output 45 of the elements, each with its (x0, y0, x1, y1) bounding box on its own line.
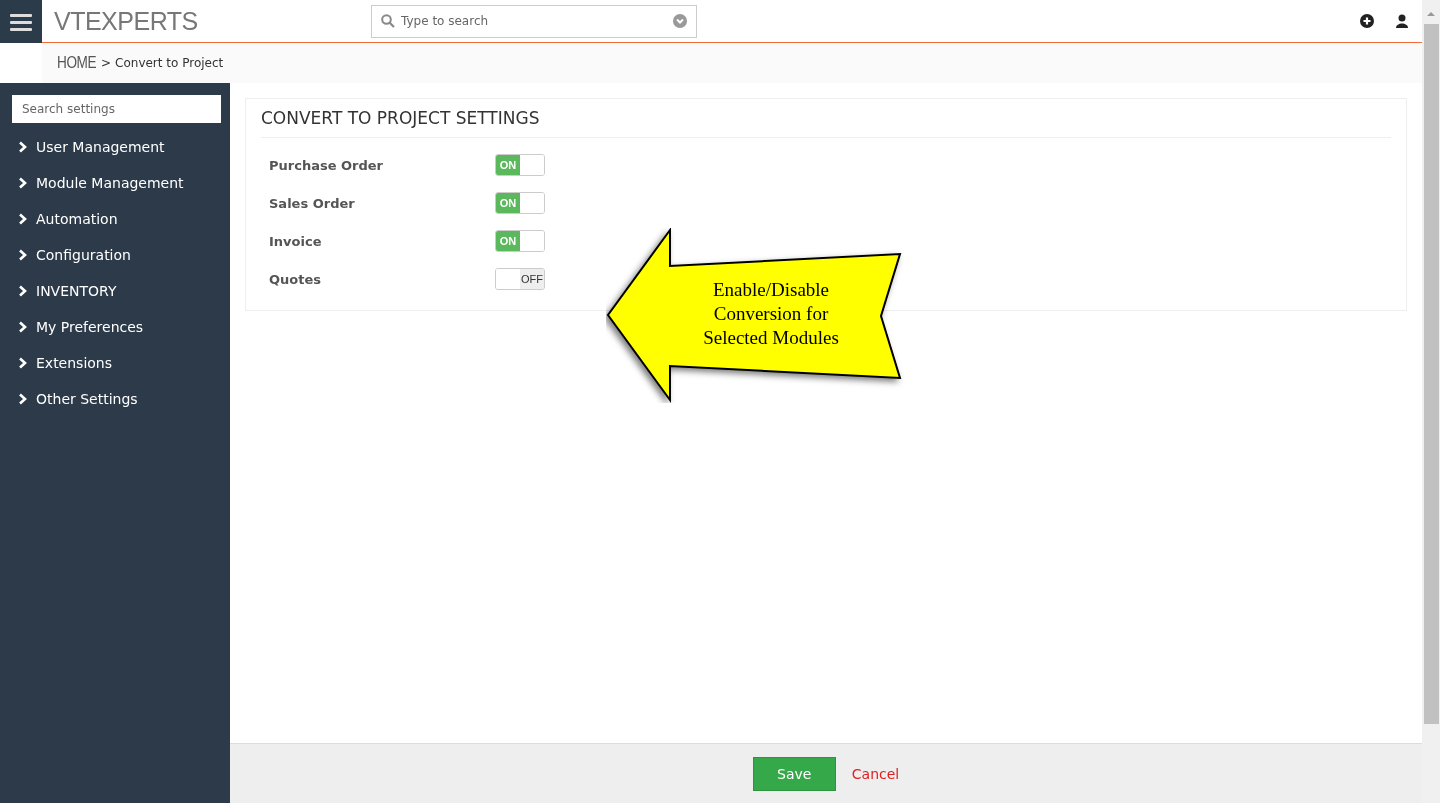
sidebar-item-label: My Preferences (36, 319, 144, 335)
sidebar-item[interactable]: My Preferences (12, 309, 221, 345)
chevron-right-icon (18, 141, 28, 153)
callout-text: Enable/Disable Conversion for Selected Modules (702, 278, 840, 350)
sidebar-item-label: User Management (36, 139, 165, 155)
sidebar-item-label: Automation (36, 211, 118, 227)
breadcrumb-current: Convert to Project (115, 56, 224, 70)
sidebar-item[interactable]: INVENTORY (12, 273, 221, 309)
search-field[interactable]: Type to search (371, 4, 697, 38)
search-icon (381, 13, 395, 28)
setting-label: Sales Order (269, 195, 356, 211)
logo: VTEXPERTS (54, 6, 199, 36)
sidebar-item[interactable]: Configuration (12, 237, 221, 273)
home-link[interactable]: HOME (57, 54, 97, 72)
sidebar-item-label: INVENTORY (36, 283, 117, 299)
add-icon[interactable] (1360, 14, 1374, 28)
sidebar-item[interactable]: Extensions (12, 345, 221, 381)
sidebar-item-label: Extensions (36, 355, 113, 371)
chevron-right-icon (18, 357, 28, 369)
setting-label: Quotes (269, 271, 322, 287)
chevron-right-icon (18, 249, 28, 261)
chevron-right-icon (18, 285, 28, 297)
settings-title: CONVERT TO PROJECT SETTINGS (261, 99, 1391, 138)
chevron-right-icon (18, 321, 28, 333)
breadcrumb-separator: > (101, 56, 112, 70)
chevron-right-icon (18, 177, 28, 189)
cancel-link[interactable]: Cancel (851, 765, 900, 782)
scrollbar[interactable] (1422, 0, 1440, 803)
user-icon[interactable] (1396, 14, 1408, 28)
sidebar-item[interactable]: User Management (12, 129, 221, 165)
sidebar-item-label: Other Settings (36, 391, 138, 407)
chevron-right-icon (18, 213, 28, 225)
dropdown-icon[interactable] (673, 13, 687, 28)
menu-button[interactable] (0, 0, 42, 43)
sidebar-item-label: Module Management (36, 175, 184, 191)
chevron-right-icon (18, 393, 28, 405)
menu-icon (10, 12, 32, 31)
setting-label: Purchase Order (269, 157, 384, 173)
sidebar-item[interactable]: Automation (12, 201, 221, 237)
sidebar-item[interactable]: Module Management (12, 165, 221, 201)
sidebar-item[interactable]: Other Settings (12, 381, 221, 417)
settings-search-field[interactable]: Search settings (12, 95, 221, 123)
sidebar-item-label: Configuration (36, 247, 131, 263)
setting-label: Invoice (269, 233, 323, 249)
toggle-switch[interactable]: OFF (495, 268, 545, 290)
